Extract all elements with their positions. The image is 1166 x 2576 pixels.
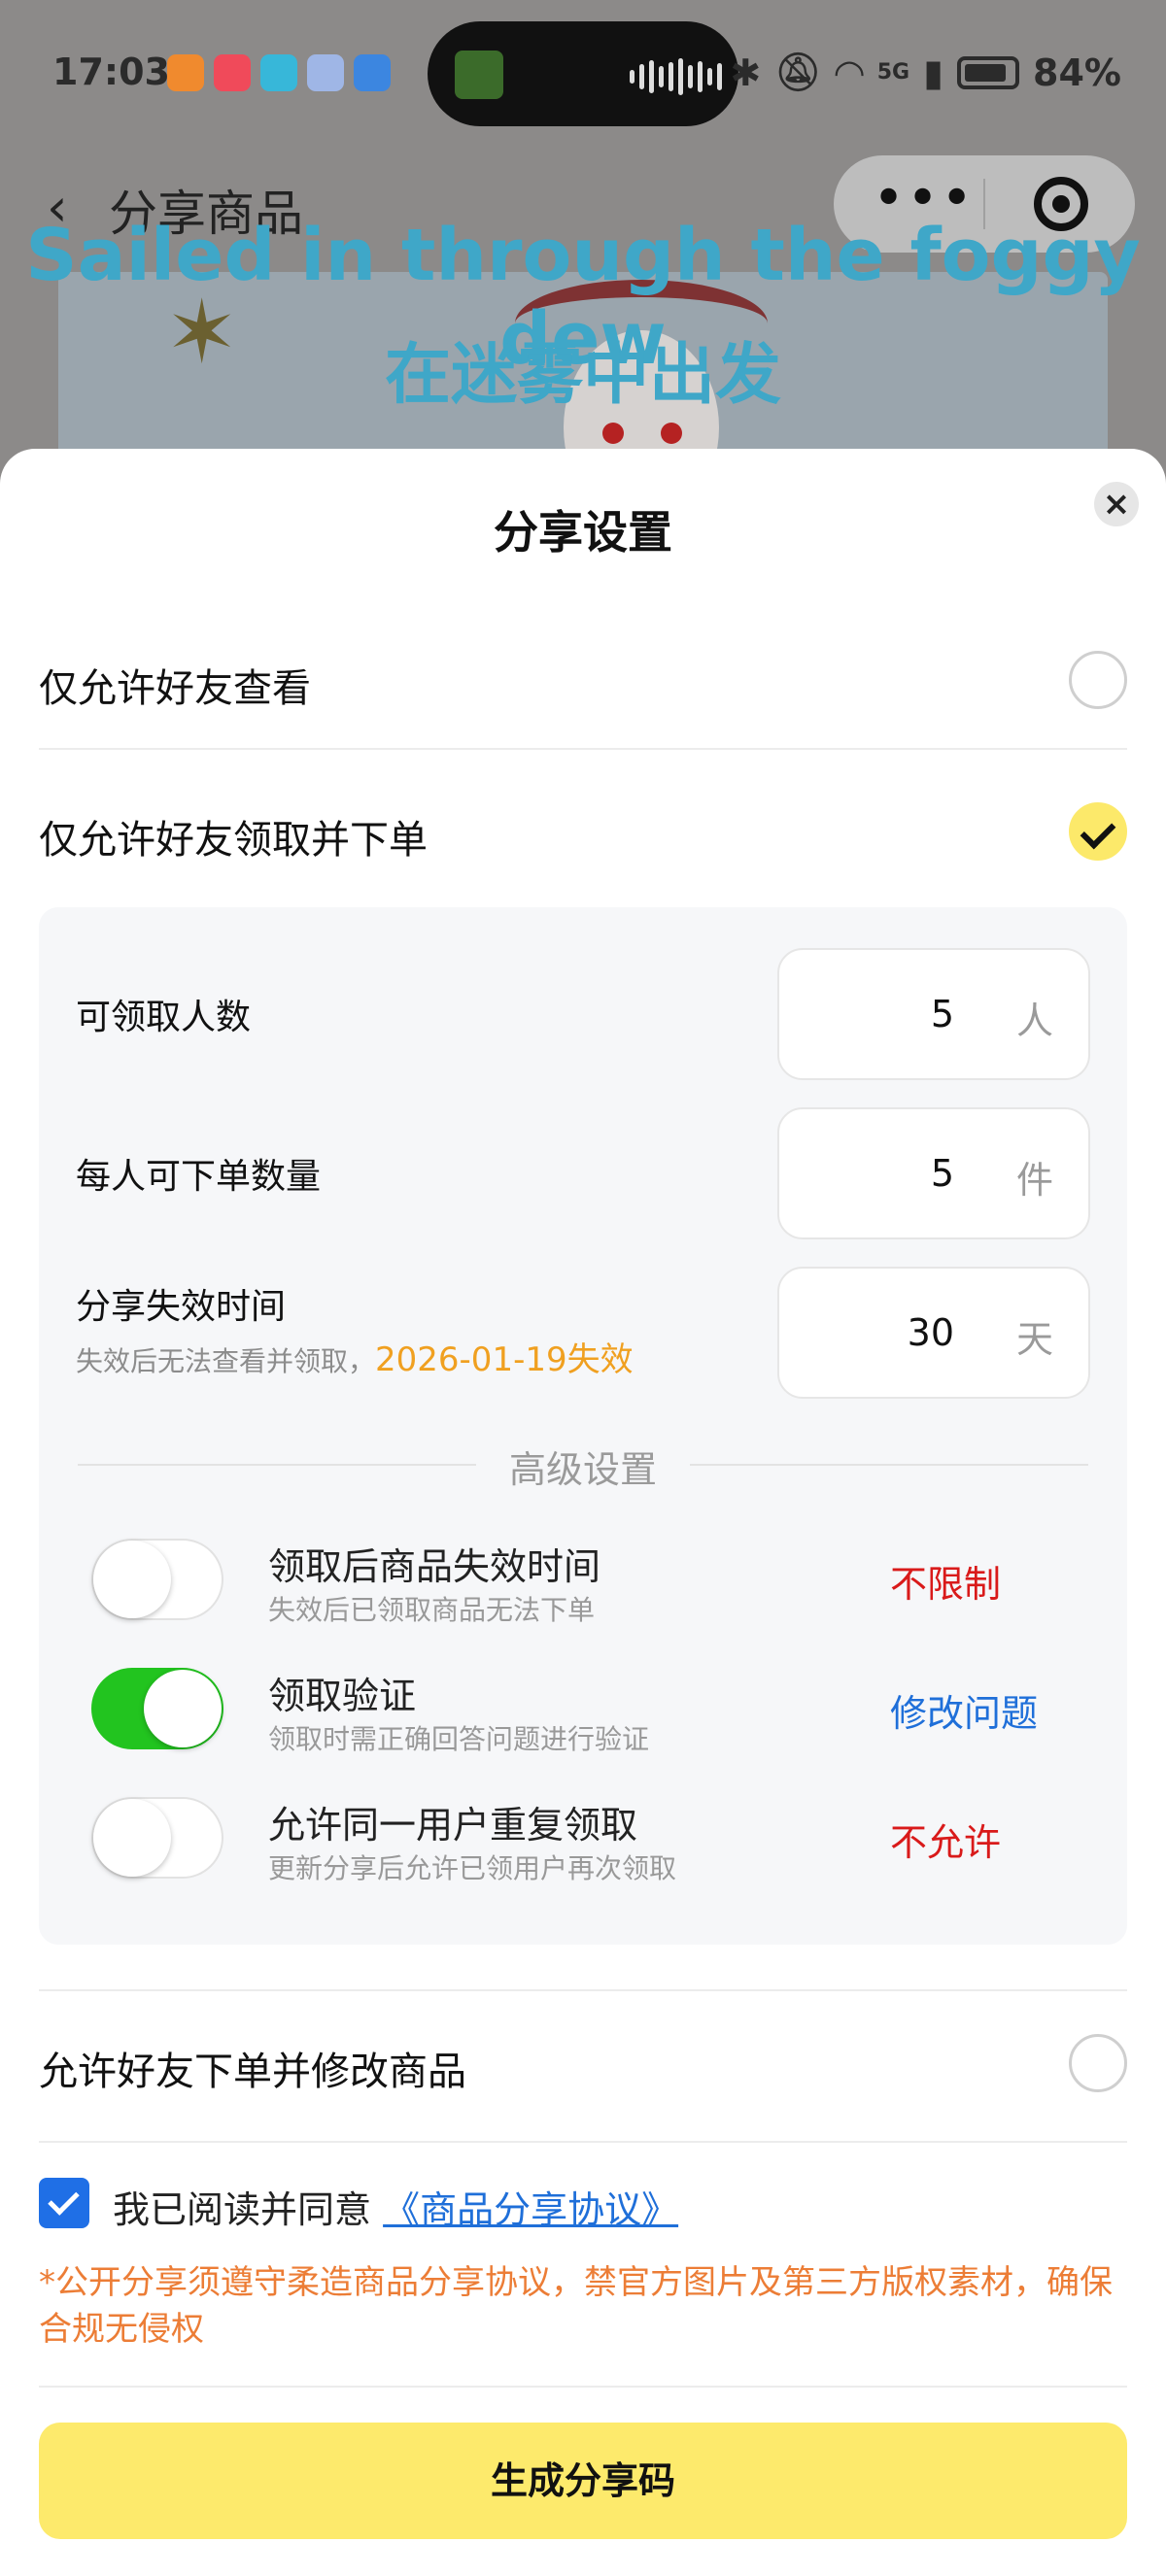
reader-app-icon bbox=[260, 54, 297, 91]
character-eye bbox=[602, 423, 624, 444]
battery-percent: 84% bbox=[1033, 51, 1121, 94]
radio-button[interactable] bbox=[1069, 651, 1127, 709]
field-subtext: 失效后无法查看并领取，2026-01-19失效 bbox=[76, 1333, 634, 1380]
toggle-row-repeat-claim: 允许同一用户重复领取 更新分享后允许已领用户再次领取 不允许 bbox=[39, 1787, 1127, 1894]
toggle-switch[interactable] bbox=[91, 1797, 223, 1879]
expire-date: 2026-01-19失效 bbox=[375, 1340, 634, 1379]
toggle-action-link[interactable]: 修改问题 bbox=[890, 1683, 1038, 1737]
order-qty-row: 每人可下单数量 5 件 bbox=[39, 1107, 1127, 1239]
claim-count-input[interactable]: 5 人 bbox=[777, 948, 1090, 1080]
toggle-action-link[interactable]: 不允许 bbox=[890, 1813, 1001, 1866]
close-icon[interactable]: × bbox=[1094, 482, 1139, 526]
input-value: 30 bbox=[907, 1311, 954, 1354]
generate-share-code-button[interactable]: 生成分享码 bbox=[39, 2423, 1127, 2539]
dynamic-island[interactable] bbox=[428, 21, 738, 126]
music-app-icon bbox=[214, 54, 251, 91]
radio-button-checked[interactable] bbox=[1069, 802, 1127, 861]
toggle-action-link[interactable]: 不限制 bbox=[890, 1554, 1001, 1608]
option-friends-view-only[interactable]: 仅允许好友查看 bbox=[39, 622, 1127, 738]
sheet-title: 分享设置 bbox=[494, 506, 672, 559]
agreement-label: 我已阅读并同意 bbox=[113, 2188, 384, 2231]
toggle-label: 领取后商品失效时间 bbox=[268, 1545, 601, 1588]
toggle-row-claim-verify: 领取验证 领取时需正确回答问题进行验证 修改问题 bbox=[39, 1658, 1127, 1765]
agreement-text: 我已阅读并同意 《商品分享协议》 bbox=[113, 2180, 678, 2233]
field-label: 可领取人数 bbox=[76, 998, 252, 1037]
status-time: 17:03 bbox=[52, 51, 170, 93]
status-right-group: ✱ 🔕︎ ◠ 5G ▮ 84% bbox=[730, 51, 1121, 94]
toggle-subtext: 领取时需正确回答问题进行验证 bbox=[268, 1723, 650, 1755]
agreement-row: 我已阅读并同意 《商品分享协议》 bbox=[39, 2178, 1127, 2246]
field-label: 分享失效时间 bbox=[76, 1287, 287, 1327]
toggle-label: 允许同一用户重复领取 bbox=[268, 1804, 638, 1847]
share-settings-sheet: 分享设置 × 仅允许好友查看 仅允许好友领取并下单 可领取人数 5 人 每人可下… bbox=[0, 449, 1166, 2576]
expiry-row: 分享失效时间 失效后无法查看并领取，2026-01-19失效 30 天 bbox=[39, 1267, 1127, 1399]
expiry-note: 失效后无法查看并领取， bbox=[76, 1345, 376, 1377]
option-label: 仅允许好友查看 bbox=[39, 666, 311, 711]
toggle-knob bbox=[144, 1670, 222, 1747]
input-unit: 人 bbox=[1015, 1000, 1053, 1042]
status-bar: 17:03 ✱ 🔕︎ ◠ 5G ▮ 84% bbox=[0, 0, 1166, 146]
wifi-icon: ◠ bbox=[835, 51, 864, 94]
claim-count-row: 可领取人数 5 人 bbox=[39, 948, 1127, 1080]
toggle-knob bbox=[93, 1799, 171, 1877]
character-eye bbox=[661, 423, 682, 444]
mute-icon: 🔕︎ bbox=[774, 51, 822, 93]
chat-app-icon bbox=[307, 54, 344, 91]
bluetooth-icon: ✱ bbox=[730, 51, 762, 94]
lyric-line-chinese: 在迷雾中出发 bbox=[384, 337, 781, 414]
divider bbox=[39, 1989, 1127, 1991]
divider bbox=[39, 748, 1127, 750]
notification-icons bbox=[167, 54, 391, 91]
battery-icon bbox=[957, 55, 1020, 89]
toggle-switch-on[interactable] bbox=[91, 1668, 223, 1749]
divider bbox=[39, 2386, 1127, 2388]
app-notification-icon bbox=[167, 54, 204, 91]
toggle-subtext: 更新分享后允许已领用户再次领取 bbox=[268, 1852, 677, 1884]
toggle-label: 领取验证 bbox=[268, 1675, 417, 1717]
radio-button[interactable] bbox=[1069, 2034, 1127, 2092]
toggle-switch[interactable] bbox=[91, 1539, 223, 1620]
order-qty-input[interactable]: 5 件 bbox=[777, 1107, 1090, 1239]
divider bbox=[39, 2141, 1127, 2143]
input-value: 5 bbox=[930, 1152, 954, 1195]
input-unit: 天 bbox=[1015, 1318, 1053, 1361]
input-unit: 件 bbox=[1015, 1159, 1053, 1202]
option-label: 允许好友下单并修改商品 bbox=[39, 2050, 466, 2094]
expiry-days-input[interactable]: 30 天 bbox=[777, 1267, 1090, 1399]
compliance-notice: *公开分享须遵守柔造商品分享协议，禁官方图片及第三方版权素材，确保合规无侵权 bbox=[39, 2263, 1113, 2349]
agreement-checkbox[interactable] bbox=[39, 2178, 89, 2228]
toggle-row-claim-expiry: 领取后商品失效时间 失效后已领取商品无法下单 不限制 bbox=[39, 1529, 1127, 1636]
audio-wave-icon bbox=[630, 58, 722, 95]
signal-icon: ▮ bbox=[923, 51, 944, 94]
agreement-link[interactable]: 《商品分享协议》 bbox=[383, 2188, 678, 2231]
toggle-subtext: 失效后已领取商品无法下单 bbox=[268, 1594, 596, 1626]
toggle-knob bbox=[93, 1541, 171, 1618]
option-friends-claim-order[interactable]: 仅允许好友领取并下单 bbox=[39, 773, 1127, 890]
field-label: 每人可下单数量 bbox=[76, 1157, 322, 1197]
input-value: 5 bbox=[930, 993, 954, 1035]
media-thumbnail bbox=[455, 51, 503, 99]
wallet-app-icon bbox=[354, 54, 391, 91]
network-type: 5G bbox=[876, 60, 910, 85]
option-friends-order-edit[interactable]: 允许好友下单并修改商品 bbox=[39, 2005, 1127, 2121]
divider bbox=[690, 1464, 1088, 1466]
option-label: 仅允许好友领取并下单 bbox=[39, 818, 428, 863]
advanced-settings-title: 高级设置 bbox=[508, 1448, 657, 1491]
